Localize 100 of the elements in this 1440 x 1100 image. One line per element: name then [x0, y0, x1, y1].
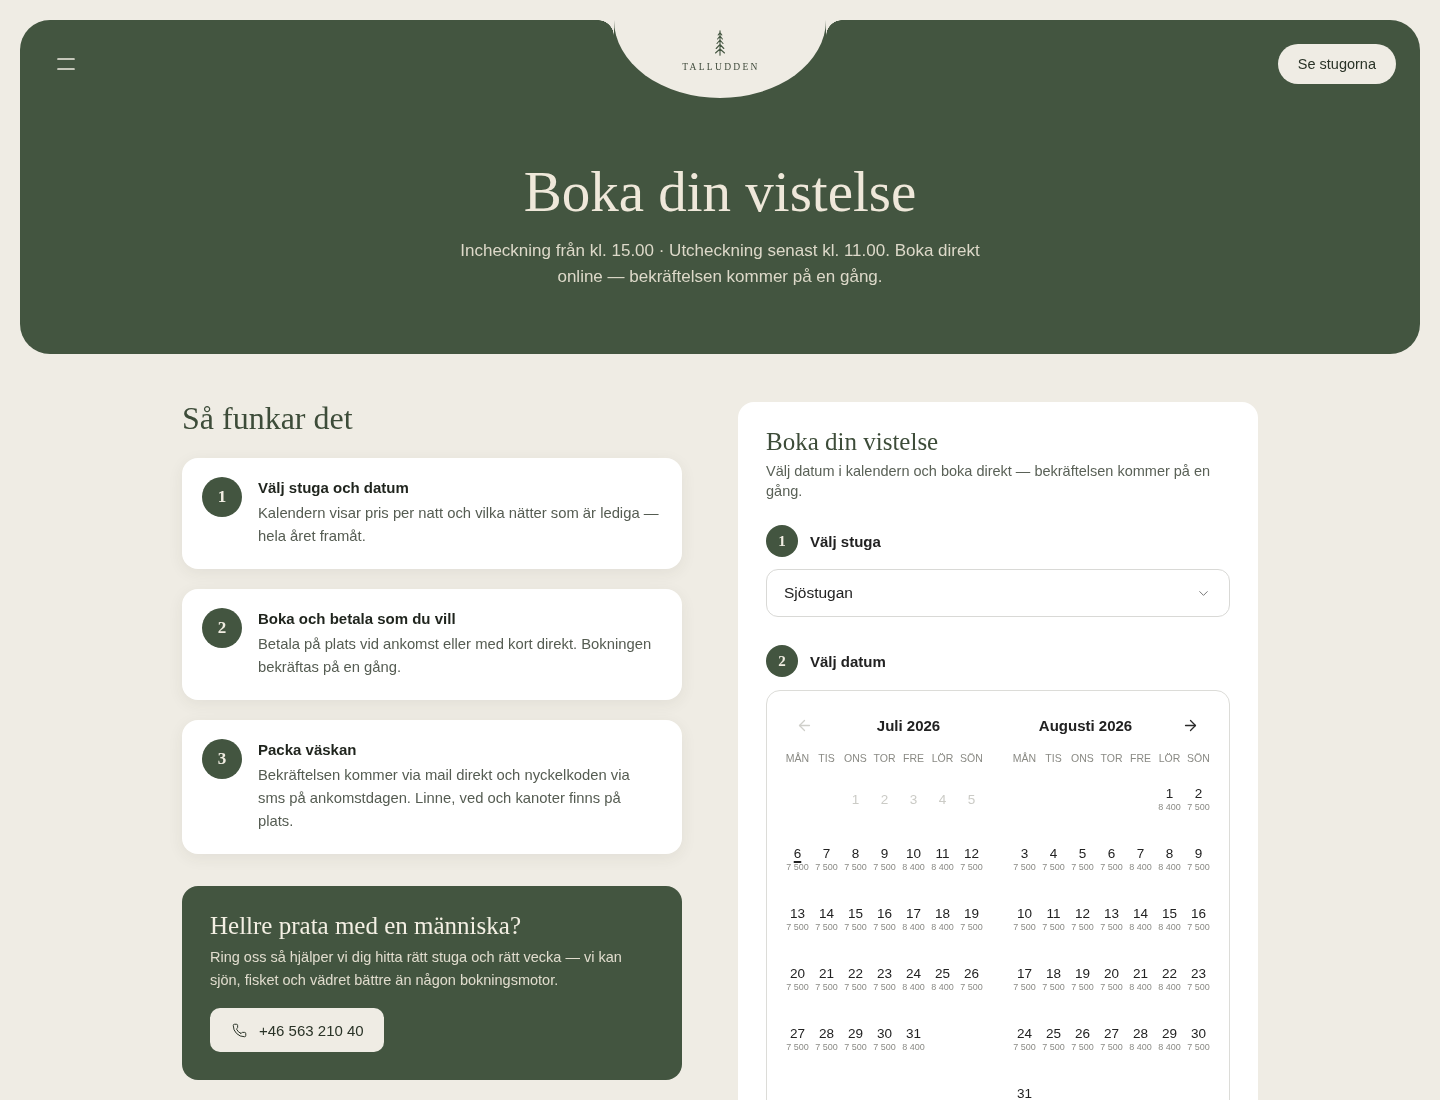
- calendar-day[interactable]: 21 8 400: [1126, 952, 1155, 1008]
- calendar-day[interactable]: 15 7 500: [841, 892, 870, 948]
- phone-icon: [232, 1022, 247, 1038]
- month-title: Augusti 2026: [1037, 716, 1134, 734]
- calendar-day[interactable]: 10 7 500: [1010, 892, 1039, 948]
- calendar-day[interactable]: 7 8 400: [1126, 832, 1155, 888]
- calendar-day[interactable]: 3 7 500: [1010, 832, 1039, 888]
- weekday-label: FRE: [902, 751, 925, 765]
- calendar-day[interactable]: 14 7 500: [812, 892, 841, 948]
- step-number: 1: [202, 477, 242, 517]
- calendar-day[interactable]: 18 7 500: [1039, 952, 1068, 1008]
- step-text: Betala på plats vid ankomst eller med kort direkt. Bokningen bekräftas på en gång.: [258, 635, 653, 677]
- calendar-day[interactable]: 13 7 500: [1097, 892, 1126, 948]
- calendar-day[interactable]: 8 7 500: [841, 832, 870, 888]
- calendar-day[interactable]: 6 7 500: [1097, 832, 1126, 888]
- month-title: Juli 2026: [875, 716, 942, 734]
- calendar-day[interactable]: 5 7 500: [1068, 832, 1097, 888]
- calendar-day[interactable]: 23 7 500: [870, 952, 899, 1008]
- step-text: Kalendern visar pris per natt och vilka nätter som är lediga — hela året framåt.: [258, 504, 660, 546]
- calendar-day[interactable]: 16 7 500: [870, 892, 899, 948]
- calendar-day[interactable]: 14 8 400: [1126, 892, 1155, 948]
- step-title: Välj stuga och datum: [258, 478, 410, 498]
- weekday-label: TIS: [817, 751, 836, 765]
- booking-title: Boka din vistelse: [766, 427, 940, 457]
- calendar-day[interactable]: 28 7 500: [812, 1012, 841, 1068]
- step-number: 2: [202, 608, 242, 648]
- cabins-button[interactable]: Se stugorna: [1277, 44, 1396, 84]
- calendar-day[interactable]: 17 8 400: [899, 892, 928, 948]
- step-text: Bekräftelsen kommer via mail direkt och nyckelkoden via sms på ankomstdagen. Linne, ved och kanoter finns på plats.: [258, 766, 631, 831]
- calendar-day[interactable]: 19 7 500: [1068, 952, 1097, 1008]
- step-title: Packa väskan: [258, 740, 358, 760]
- step-number: 1: [766, 525, 798, 557]
- calendar-day[interactable]: 30 7 500: [1184, 1012, 1213, 1068]
- step-label: Välj stuga: [810, 532, 881, 550]
- weekday-label: FRE: [1129, 751, 1152, 765]
- weekday-label: ONS: [1070, 751, 1095, 765]
- calendar-day[interactable]: 16 7 500: [1184, 892, 1213, 948]
- calendar-day[interactable]: 11 7 500: [1039, 892, 1068, 948]
- calendar-day[interactable]: 8 8 400: [1155, 832, 1184, 888]
- calendar-day[interactable]: 18 8 400: [928, 892, 957, 948]
- calendar-day[interactable]: 24 8 400: [899, 952, 928, 1008]
- pine-tree-icon: [714, 30, 726, 56]
- calendar-day[interactable]: 1 8 400: [1155, 772, 1184, 828]
- section-heading: Så funkar det: [182, 400, 354, 436]
- calendar-day[interactable]: 22 7 500: [841, 952, 870, 1008]
- weekday-label: ONS: [843, 751, 868, 765]
- calendar-day[interactable]: 6 7 500: [783, 832, 812, 888]
- calendar-day[interactable]: 4 7 500: [1039, 832, 1068, 888]
- weekday-label: TIS: [1044, 751, 1063, 765]
- calendar-day[interactable]: 29 8 400: [1155, 1012, 1184, 1068]
- calendar-day[interactable]: 19 7 500: [957, 892, 986, 948]
- calendar-day[interactable]: 12 7 500: [1068, 892, 1097, 948]
- contact-title: Hellre prata med en människa?: [210, 911, 521, 941]
- weekday-label: LÖR: [930, 751, 955, 765]
- calendar-day[interactable]: 31 8 400: [899, 1012, 928, 1068]
- calendar-day[interactable]: 15 8 400: [1155, 892, 1184, 948]
- phone-button[interactable]: +46 563 210 40: [210, 1008, 384, 1052]
- weekday-label: MÅN: [1011, 751, 1038, 765]
- calendar-day[interactable]: 27 7 500: [783, 1012, 812, 1068]
- brand-name: TALLUDDEN: [681, 62, 760, 72]
- weekday-label: LÖR: [1157, 751, 1182, 765]
- weekday-label: SÖN: [959, 751, 984, 765]
- calendar-day[interactable]: 22 8 400: [1155, 952, 1184, 1008]
- step-label: Välj datum: [810, 652, 886, 670]
- calendar-day[interactable]: 24 7 500: [1010, 1012, 1039, 1068]
- hero-subtitle: Incheckning från kl. 15.00 · Utcheckning senast kl. 11.00. Boka direkt online — bekräftelsen kommer på en gång.: [459, 240, 981, 288]
- calendar-day[interactable]: 27 7 500: [1097, 1012, 1126, 1068]
- step-title: Boka och betala som du vill: [258, 609, 457, 629]
- calendar-day[interactable]: 20 7 500: [1097, 952, 1126, 1008]
- calendar-day[interactable]: 2 7 500: [1184, 772, 1213, 828]
- calendar-day[interactable]: 9 7 500: [1184, 832, 1213, 888]
- cabin-select[interactable]: Sjöstugan: [766, 569, 1230, 617]
- calendar-day[interactable]: 26 7 500: [1068, 1012, 1097, 1068]
- calendar-day[interactable]: 11 8 400: [928, 832, 957, 888]
- step-number: 3: [202, 739, 242, 779]
- calendar-day[interactable]: 20 7 500: [783, 952, 812, 1008]
- weekday-label: MÅN: [784, 751, 811, 765]
- calendar-day[interactable]: 9 7 500: [870, 832, 899, 888]
- hero-title: Boka din vistelse: [523, 160, 917, 224]
- calendar-day[interactable]: 7 7 500: [812, 832, 841, 888]
- weekday-label: SÖN: [1186, 751, 1211, 765]
- calendar-day[interactable]: 31: [1010, 1072, 1039, 1100]
- calendar-day[interactable]: 10 8 400: [899, 832, 928, 888]
- calendar-day[interactable]: 12 7 500: [957, 832, 986, 888]
- step-number: 2: [766, 645, 798, 677]
- calendar-day[interactable]: 21 7 500: [812, 952, 841, 1008]
- calendar-day[interactable]: 28 8 400: [1126, 1012, 1155, 1068]
- contact-text: Ring oss så hjälper vi dig hitta rätt stuga och rätt vecka — vi kan sjön, fisket och vädret bättre än någon bokningsmotor.: [210, 948, 623, 990]
- calendar-day[interactable]: 26 7 500: [957, 952, 986, 1008]
- calendar-day[interactable]: 29 7 500: [841, 1012, 870, 1068]
- calendar-day[interactable]: 23 7 500: [1184, 952, 1213, 1008]
- menu-icon: [57, 58, 75, 70]
- weekday-label: TOR: [1099, 751, 1124, 765]
- calendar-day[interactable]: 30 7 500: [870, 1012, 899, 1068]
- calendar-day[interactable]: 17 7 500: [1010, 952, 1039, 1008]
- calendar-day[interactable]: 25 8 400: [928, 952, 957, 1008]
- calendar-day[interactable]: 25 7 500: [1039, 1012, 1068, 1068]
- weekday-label: TOR: [872, 751, 897, 765]
- booking-subtitle: Välj datum i kalendern och boka direkt — bekräftelsen kommer på en gång.: [766, 462, 1212, 501]
- calendar-day[interactable]: 13 7 500: [783, 892, 812, 948]
